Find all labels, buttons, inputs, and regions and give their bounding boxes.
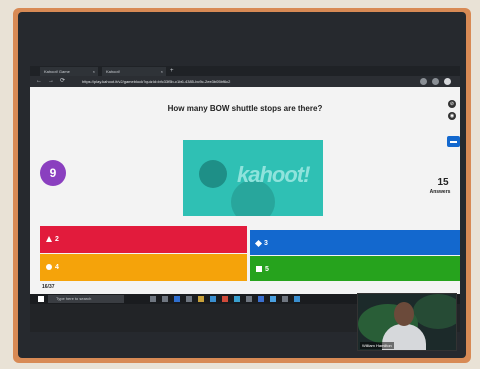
folder-icon[interactable] bbox=[198, 296, 204, 302]
skip-button[interactable] bbox=[447, 136, 460, 147]
answer-label: 4 bbox=[55, 264, 59, 271]
reload-icon[interactable]: ⟳ bbox=[60, 76, 65, 87]
app-icon[interactable] bbox=[210, 296, 216, 302]
profile-icon[interactable] bbox=[444, 78, 451, 85]
game-footer: 16/37 bbox=[30, 283, 460, 293]
answers-label: Answers bbox=[429, 189, 451, 195]
webcam-name-label: William Hamilton bbox=[360, 342, 394, 349]
answer-option-green[interactable]: 5 bbox=[250, 256, 460, 281]
answers-count: 15 bbox=[437, 177, 449, 188]
tab-game[interactable]: Kahoot! Game × bbox=[40, 67, 98, 76]
answer-label: 5 bbox=[265, 266, 269, 273]
background-aurora bbox=[413, 294, 456, 329]
browser-tab-bar: Kahoot! Game × Kahoot! × + bbox=[30, 66, 460, 76]
square-icon bbox=[256, 266, 262, 273]
back-icon[interactable]: ← bbox=[36, 76, 42, 87]
answer-label: 3 bbox=[264, 240, 268, 247]
app-icon[interactable] bbox=[258, 296, 264, 302]
app-icon[interactable] bbox=[174, 296, 180, 302]
app-icon[interactable] bbox=[234, 296, 240, 302]
app-icon[interactable] bbox=[186, 296, 192, 302]
decorative-circle bbox=[199, 160, 227, 188]
person-head bbox=[394, 302, 414, 326]
app-icon[interactable] bbox=[270, 296, 276, 302]
tab-kahoot[interactable]: Kahoot! × bbox=[102, 67, 166, 76]
app-icon[interactable] bbox=[246, 296, 252, 302]
circle-icon bbox=[46, 264, 52, 271]
countdown-timer: 9 bbox=[40, 160, 66, 186]
close-icon[interactable]: × bbox=[93, 67, 95, 76]
app-icon[interactable] bbox=[282, 296, 288, 302]
answer-label: 2 bbox=[55, 236, 59, 243]
extension-icon[interactable] bbox=[432, 78, 439, 85]
settings-icon[interactable]: ⊘ bbox=[448, 100, 456, 108]
windows-start-icon[interactable] bbox=[38, 296, 44, 302]
task-view-icon[interactable] bbox=[150, 296, 156, 302]
kahoot-logo: kahoot! bbox=[237, 162, 310, 187]
answer-option-yellow[interactable]: 4 bbox=[40, 254, 247, 281]
tab-label: Kahoot! Game bbox=[44, 69, 70, 74]
close-icon[interactable]: × bbox=[161, 67, 163, 76]
question-progress: 16/37 bbox=[42, 284, 55, 290]
answer-option-red[interactable]: 2 bbox=[40, 226, 247, 253]
new-tab-button[interactable]: + bbox=[170, 66, 174, 76]
triangle-icon bbox=[46, 236, 52, 243]
question-text: How many BOW shuttle stops are there? bbox=[167, 104, 323, 113]
answer-option-blue[interactable]: 3 bbox=[250, 230, 460, 255]
webcam-overlay: William Hamilton bbox=[357, 293, 457, 351]
app-icon[interactable] bbox=[162, 296, 168, 302]
taskbar-search-input[interactable]: Type here to search bbox=[48, 295, 124, 303]
sound-icon[interactable]: ◉ bbox=[448, 112, 456, 120]
url-field[interactable]: https://play.kahoot.it/v2/gameblock?quiz… bbox=[82, 78, 402, 85]
address-bar: ← → ⟳ https://play.kahoot.it/v2/gamebloc… bbox=[30, 76, 460, 87]
diamond-icon bbox=[254, 239, 263, 247]
question-media: kahoot! bbox=[183, 140, 323, 216]
app-icon[interactable] bbox=[222, 296, 228, 302]
app-icon[interactable] bbox=[294, 296, 300, 302]
forward-icon[interactable]: → bbox=[48, 76, 54, 87]
extension-icon[interactable] bbox=[420, 78, 427, 85]
tab-label: Kahoot! bbox=[106, 69, 120, 74]
